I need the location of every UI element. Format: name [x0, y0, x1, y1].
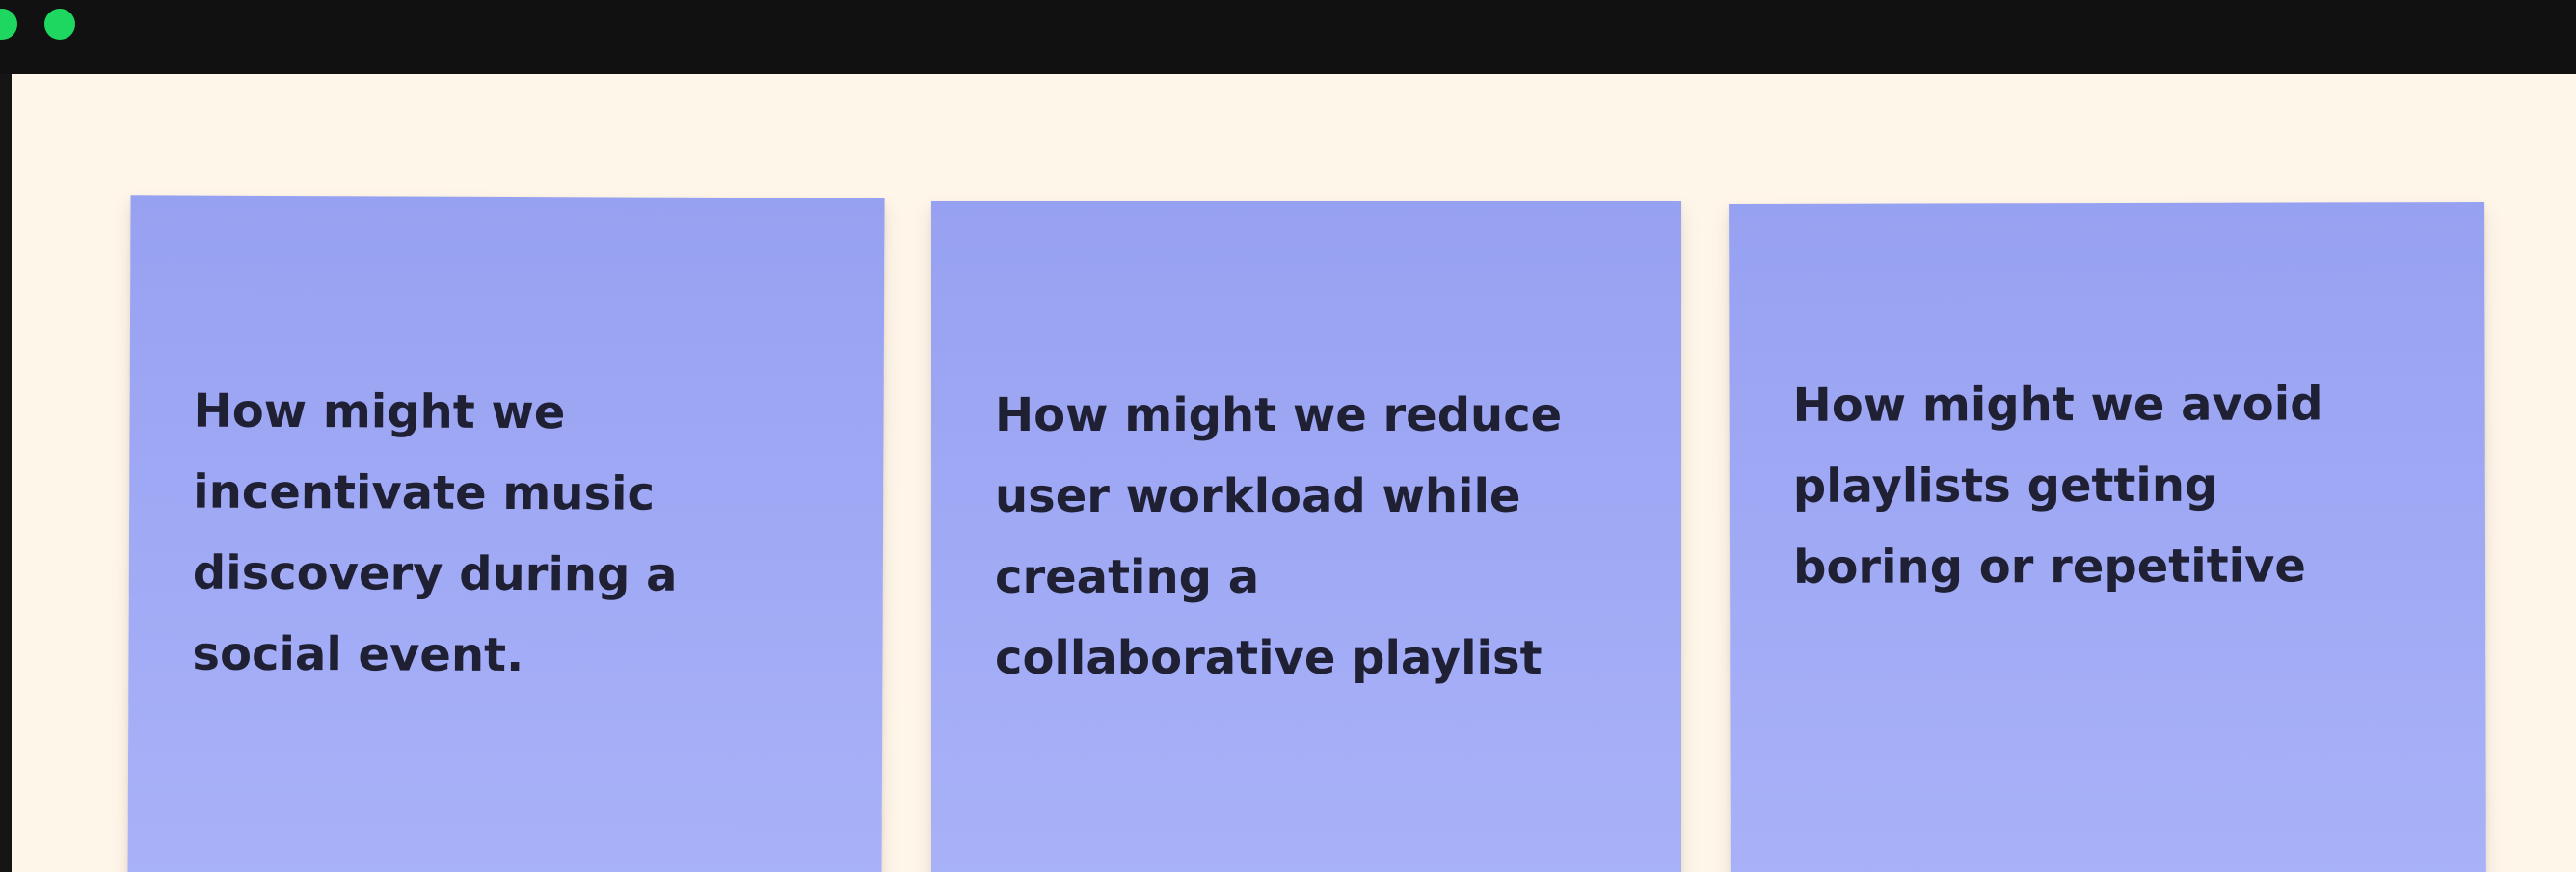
sticky-note-text: How might we avoid playlists getting bor… — [1792, 377, 2323, 595]
whiteboard-canvas[interactable]: How might we incentivate music discovery… — [12, 74, 2576, 872]
left-edge-rail — [0, 74, 12, 872]
sticky-note[interactable]: How might we avoid playlists getting bor… — [1729, 201, 2486, 872]
window-titlebar — [0, 0, 2576, 74]
sticky-note[interactable]: How might we incentivate music discovery… — [127, 195, 885, 872]
sticky-note-text: How might we reduce user workload while … — [995, 388, 1563, 685]
window-control-dot-icon[interactable] — [0, 9, 17, 40]
sticky-note[interactable]: How might we reduce user workload while … — [931, 201, 1681, 872]
app-window: How might we incentivate music discovery… — [0, 0, 2576, 872]
sticky-note-text: How might we incentivate music discovery… — [192, 383, 678, 683]
window-control-dot-icon[interactable] — [44, 9, 75, 40]
